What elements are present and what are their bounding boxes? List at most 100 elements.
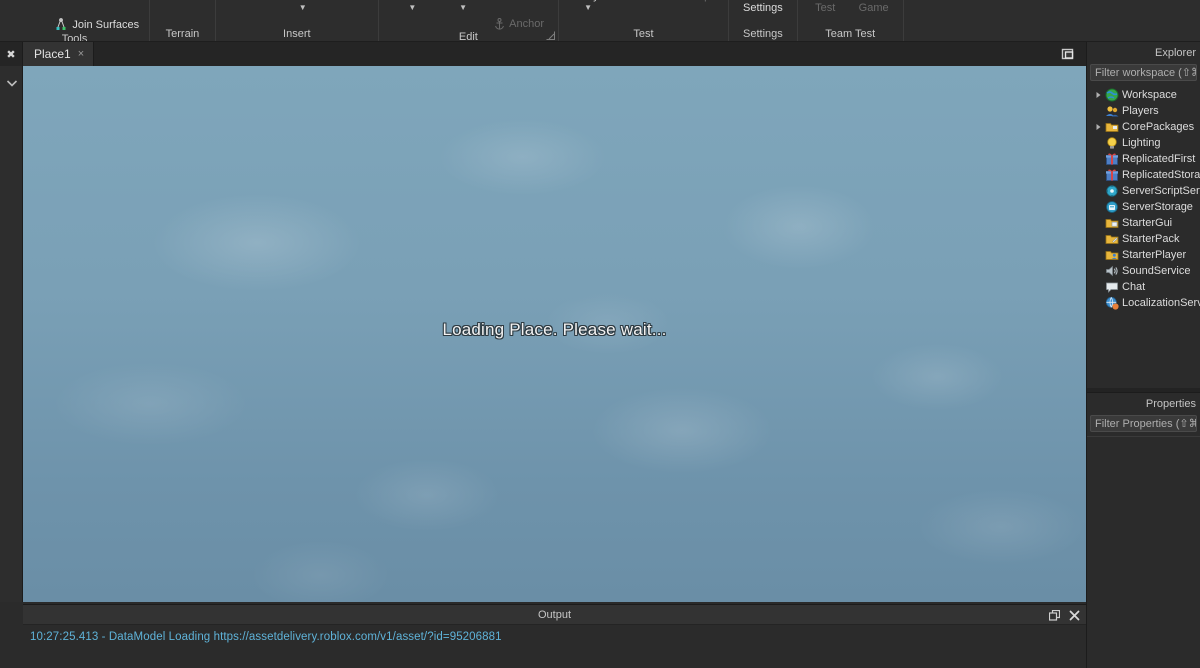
- tree-item-serverscriptservice[interactable]: ServerScriptService: [1087, 183, 1200, 199]
- tab-place1-close-icon[interactable]: ×: [78, 48, 84, 60]
- material-chevron-down-icon[interactable]: ▼: [408, 3, 416, 12]
- tree-item-starterpack[interactable]: StarterPack: [1087, 231, 1200, 247]
- tree-item-serverscriptservice-label: ServerScriptService: [1122, 185, 1200, 197]
- ribbon-group-insert: Toolbox Part ▼ UI Insert: [216, 0, 379, 41]
- part-chevron-down-icon[interactable]: ▼: [299, 3, 307, 12]
- tree-item-serverstorage-label: ServerStorage: [1122, 201, 1193, 213]
- output-log-body[interactable]: 10:27:25.413 - DataModel Loading https:/…: [23, 625, 1086, 668]
- properties-title: Properties: [1145, 397, 1196, 410]
- terrain-editor-button[interactable]: Editor: [164, 0, 201, 2]
- tree-item-replicatedstorage-label: ReplicatedStorage: [1122, 169, 1200, 181]
- properties-header: Properties: [1087, 393, 1200, 414]
- output-panel-title: Output: [537, 608, 572, 621]
- tree-item-corepackages[interactable]: CorePackages: [1087, 119, 1200, 135]
- chat-bubble-icon: [1104, 280, 1119, 294]
- join-surfaces-icon: [54, 18, 68, 32]
- tree-item-chat[interactable]: Chat: [1087, 279, 1200, 295]
- play-label: Play: [577, 0, 598, 2]
- tree-item-replicatedfirst[interactable]: ReplicatedFirst: [1087, 151, 1200, 167]
- color-chevron-down-icon[interactable]: ▼: [459, 3, 467, 12]
- ribbon-group-label-insert: Insert: [283, 28, 311, 40]
- tree-item-corepackages-label: CorePackages: [1122, 121, 1195, 133]
- lighting-bulb-icon: [1104, 136, 1119, 150]
- material-button[interactable]: Material ▼: [389, 0, 436, 12]
- tab-strip-filler: [94, 42, 1086, 66]
- tree-item-starterplayer-label: StarterPlayer: [1122, 249, 1187, 261]
- part-label: Part: [293, 0, 313, 2]
- stop-label: Stop: [688, 0, 711, 2]
- ribbon-group-label-edit: Edit: [458, 31, 478, 42]
- anchor-label: Anchor: [509, 18, 545, 30]
- ribbon-toolbar: Rotate Join Surfaces Tools: [0, 0, 1200, 42]
- color-label: Color: [450, 0, 476, 2]
- terrain-editor-label: Editor: [168, 0, 197, 2]
- server-script-icon: [1104, 184, 1119, 198]
- part-button[interactable]: Part ▼: [286, 0, 320, 12]
- play-button[interactable]: Play ▼: [571, 0, 605, 12]
- ui-label: UI: [345, 0, 356, 2]
- edit-dialog-launcher-icon[interactable]: [546, 31, 556, 40]
- ui-button[interactable]: UI: [334, 0, 368, 2]
- document-tab-strip: ✖ Place1 ×: [0, 42, 1086, 66]
- explorer-panel: Explorer Filter workspace (⇧⌘X): [1087, 42, 1200, 388]
- chevron-down-icon[interactable]: [0, 74, 23, 92]
- tree-item-players[interactable]: Players: [1087, 103, 1200, 119]
- properties-filter-placeholder: Filter Properties (⇧⌘P): [1095, 418, 1196, 430]
- tree-item-workspace-label: Workspace: [1122, 89, 1177, 101]
- folder-gui-icon: [1104, 216, 1119, 230]
- ribbon-group-test: Play ▼ Resume Stop Test: [559, 0, 729, 41]
- folder-player-icon: [1104, 248, 1119, 262]
- replicated-gift-icon: [1104, 152, 1119, 166]
- localization-icon: [1104, 296, 1119, 310]
- tree-item-startergui[interactable]: StarterGui: [1087, 215, 1200, 231]
- properties-filter-input[interactable]: Filter Properties (⇧⌘P): [1090, 415, 1197, 432]
- folder-package-icon: [1104, 120, 1119, 134]
- tree-item-localizationservice[interactable]: LocalizationService: [1087, 295, 1200, 311]
- explorer-title: Explorer: [1155, 46, 1196, 59]
- tree-item-lighting[interactable]: Lighting: [1087, 135, 1200, 151]
- workspace-globe-icon: [1104, 88, 1119, 102]
- rotate-button[interactable]: Rotate: [6, 0, 46, 2]
- material-label: Material: [393, 0, 432, 2]
- ribbon-group-label-test: Test: [633, 28, 654, 40]
- exit-game-label-2: Game: [858, 2, 889, 14]
- play-chevron-down-icon[interactable]: ▼: [584, 3, 592, 12]
- tree-item-workspace[interactable]: Workspace: [1087, 87, 1200, 103]
- anchor-button[interactable]: Anchor: [490, 18, 548, 30]
- tree-item-replicatedstorage[interactable]: ReplicatedStorage: [1087, 167, 1200, 183]
- explorer-filter-input[interactable]: Filter workspace (⇧⌘X): [1090, 64, 1197, 81]
- join-surfaces-button[interactable]: Join Surfaces: [50, 18, 143, 32]
- tree-item-starterpack-label: StarterPack: [1122, 233, 1180, 245]
- expand-arrow-icon[interactable]: [1093, 123, 1104, 131]
- undock-icon[interactable]: [1049, 609, 1060, 621]
- tab-place1[interactable]: Place1 ×: [23, 42, 95, 66]
- tree-item-soundservice[interactable]: SoundService: [1087, 263, 1200, 279]
- toolbox-label: Toolbox: [230, 0, 268, 2]
- folder-pack-icon: [1104, 232, 1119, 246]
- tree-item-chat-label: Chat: [1122, 281, 1146, 293]
- exit-game-button: Exit Game: [855, 0, 893, 14]
- toolbox-button[interactable]: Toolbox: [226, 0, 272, 2]
- stop-button: Stop: [682, 0, 716, 2]
- close-icon[interactable]: [1069, 610, 1080, 621]
- tree-item-players-label: Players: [1122, 105, 1159, 117]
- ribbon-group-edit: Material ▼ Color ▼ Anchor: [379, 0, 560, 42]
- game-settings-button[interactable]: Game Settings: [739, 0, 787, 14]
- join-surfaces-label: Join Surfaces: [72, 19, 140, 31]
- server-storage-icon: [1104, 200, 1119, 214]
- ribbon-group-tools: Rotate Join Surfaces Tools: [0, 0, 151, 41]
- 3d-viewport[interactable]: Loading Place. Please wait...: [23, 66, 1086, 602]
- output-panel-header: Output: [23, 605, 1086, 625]
- properties-panel: Properties Filter Properties (⇧⌘P): [1087, 392, 1200, 647]
- tree-item-starterplayer[interactable]: StarterPlayer: [1087, 247, 1200, 263]
- close-all-tabs-button[interactable]: ✖: [0, 42, 23, 66]
- anchor-icon: [494, 18, 505, 30]
- tree-item-serverstorage[interactable]: ServerStorage: [1087, 199, 1200, 215]
- color-button[interactable]: Color ▼: [446, 0, 480, 12]
- expand-arrow-icon[interactable]: [1093, 91, 1104, 99]
- ribbon-group-label-team-test: Team Test: [825, 28, 876, 40]
- restore-window-icon[interactable]: [1057, 45, 1081, 63]
- tree-item-soundservice-label: SoundService: [1122, 265, 1191, 277]
- ribbon-group-terrain: Editor Terrain: [150, 0, 216, 41]
- ribbon-group-team-test: Team Test Exit Game Team Test: [798, 0, 904, 41]
